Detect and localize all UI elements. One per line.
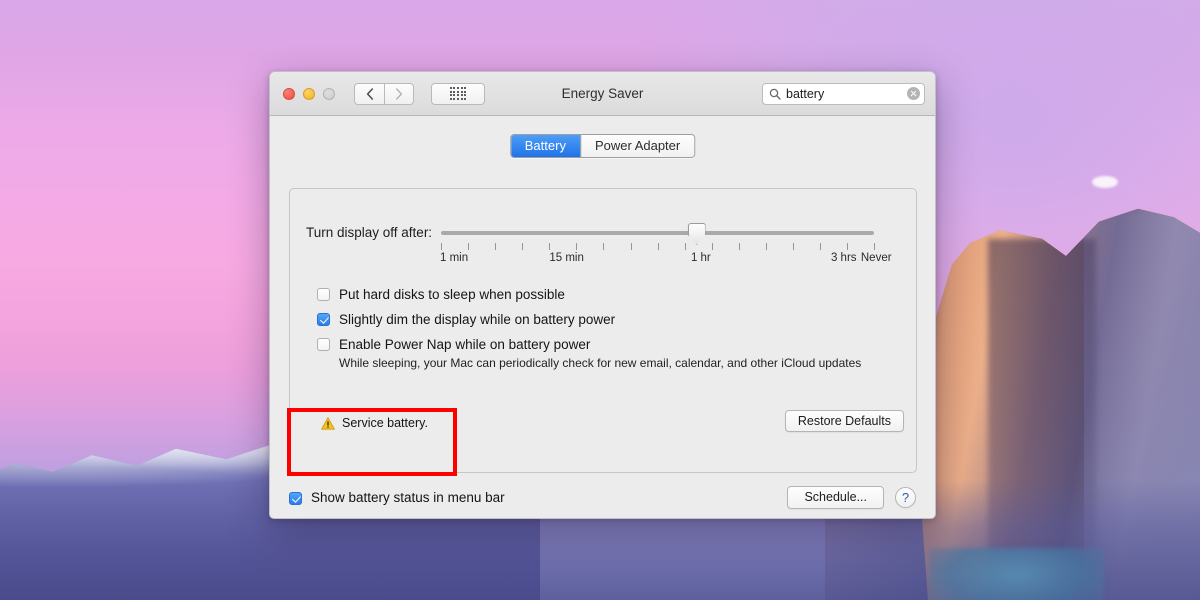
tab-power-adapter[interactable]: Power Adapter xyxy=(579,135,695,157)
option-power-nap[interactable]: Enable Power Nap while on battery power … xyxy=(317,336,861,371)
slider-tick-label: 1 hr xyxy=(690,252,711,264)
slider-tick-labels: 1 min 15 min 1 hr 3 hrs Never xyxy=(439,252,892,266)
slider-tick xyxy=(603,243,605,250)
foreground-forest xyxy=(929,548,1104,600)
option-dim-display[interactable]: Slightly dim the display while on batter… xyxy=(317,311,861,328)
battery-status-text: Service battery. xyxy=(342,416,428,430)
option-text: Slightly dim the display while on batter… xyxy=(339,311,615,328)
show-all-grid-icon xyxy=(449,87,467,100)
slider-tick xyxy=(549,243,551,250)
slider-tick xyxy=(441,243,443,250)
slider-track[interactable] xyxy=(441,231,875,235)
search-icon xyxy=(769,88,781,100)
snow-patch xyxy=(1092,176,1118,188)
slider-tick xyxy=(847,243,848,250)
option-label: Slightly dim the display while on batter… xyxy=(339,312,616,327)
display-sleep-row: Turn display off after: 1 min 15 min 1 hr 3… xyxy=(306,221,892,264)
slider-tick xyxy=(657,243,659,250)
slider-tick xyxy=(792,243,794,250)
window-titlebar[interactable]: Energy Saver battery xyxy=(270,72,935,116)
footer-buttons: Schedule... ? xyxy=(787,485,916,509)
help-button[interactable]: ? xyxy=(895,486,916,508)
slider-tick xyxy=(630,243,632,250)
slider-tick-label: 1 min xyxy=(439,252,469,264)
display-sleep-label: Turn display off after: xyxy=(306,225,433,240)
option-text: Put hard disks to sleep when possible xyxy=(339,286,565,303)
slider-ticks xyxy=(441,243,876,250)
settings-panel: Turn display off after: 1 min 15 min 1 hr 3… xyxy=(289,188,917,473)
slider-tick xyxy=(522,243,524,250)
warning-triangle-icon xyxy=(321,416,335,430)
slider-tick xyxy=(711,243,713,250)
slider-tick xyxy=(765,243,767,250)
checkbox-power-nap[interactable] xyxy=(317,338,330,351)
tab-battery[interactable]: Battery xyxy=(510,135,580,157)
slider-tick xyxy=(468,243,470,250)
option-sublabel: While sleeping, your Mac can periodicall… xyxy=(339,356,862,370)
clear-search-icon[interactable] xyxy=(907,87,920,100)
restore-defaults-button[interactable]: Restore Defaults xyxy=(784,410,904,432)
window-controls xyxy=(283,87,335,100)
checkbox-dim-display[interactable] xyxy=(317,313,330,326)
tab-bar: Battery Power Adapter xyxy=(509,134,696,158)
chevron-right-icon xyxy=(395,87,403,100)
slider-tick-label: 15 min xyxy=(549,252,584,264)
chevron-left-icon xyxy=(366,87,373,100)
search-field[interactable]: battery xyxy=(762,82,925,105)
menu-bar-option[interactable]: Show battery status in menu bar xyxy=(289,490,505,505)
option-label: Put hard disks to sleep when possible xyxy=(339,287,565,302)
option-label: Enable Power Nap while on battery power xyxy=(339,337,591,352)
desktop-wallpaper: Energy Saver battery Battery Power Adapt… xyxy=(0,0,1200,600)
navigation-buttons xyxy=(354,82,414,105)
schedule-button[interactable]: Schedule... xyxy=(787,485,884,509)
slider-tick xyxy=(819,243,821,250)
slider-tick xyxy=(874,243,876,250)
window-body: Battery Power Adapter Turn display off a… xyxy=(270,116,935,518)
minimize-button[interactable] xyxy=(303,87,315,100)
window-footer: Show battery status in menu bar Schedule… xyxy=(289,484,916,510)
energy-saver-window: Energy Saver battery Battery Power Adapt… xyxy=(269,71,936,519)
option-text: Enable Power Nap while on battery power … xyxy=(339,336,861,371)
battery-status: Service battery. xyxy=(321,416,428,430)
show-all-button[interactable] xyxy=(431,82,485,105)
forward-button[interactable] xyxy=(384,82,414,105)
search-input[interactable]: battery xyxy=(786,87,907,101)
slider-tick xyxy=(495,243,497,250)
checkbox-hard-disk-sleep[interactable] xyxy=(317,288,330,301)
back-button[interactable] xyxy=(354,82,384,105)
options-list: Put hard disks to sleep when possible Sl… xyxy=(317,286,861,379)
slider-tick-label: 3 hrs xyxy=(830,252,857,264)
close-button[interactable] xyxy=(283,87,295,100)
slider-tick xyxy=(738,243,740,250)
checkbox-show-battery-status[interactable] xyxy=(289,491,302,505)
menu-bar-option-label: Show battery status in menu bar xyxy=(311,489,505,505)
option-hard-disk-sleep[interactable]: Put hard disks to sleep when possible xyxy=(317,286,861,303)
slider-tick xyxy=(576,243,578,250)
slider-tick-label: Never xyxy=(860,252,892,264)
slider-thumb[interactable] xyxy=(687,223,706,245)
zoom-button xyxy=(323,87,335,100)
slider-tick xyxy=(684,243,686,250)
